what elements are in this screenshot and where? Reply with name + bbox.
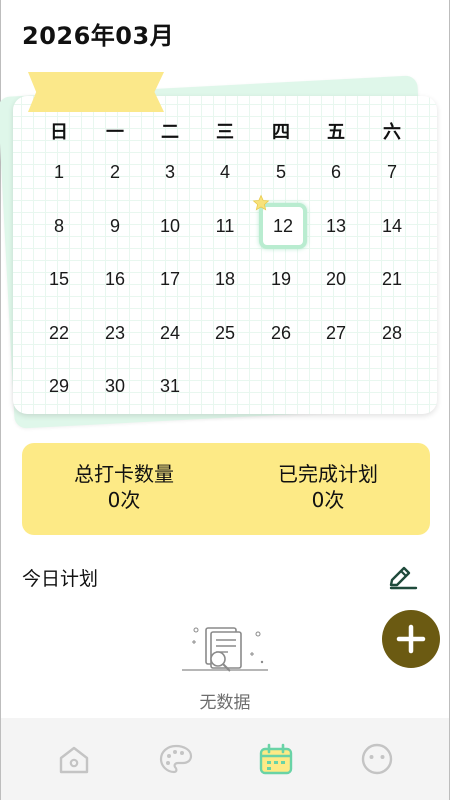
calendar-day[interactable]: 23	[93, 321, 137, 345]
palette-icon[interactable]	[158, 742, 194, 776]
bottom-nav	[1, 718, 449, 800]
calendar-day[interactable]: 25	[203, 321, 247, 345]
add-plan-button[interactable]	[382, 610, 440, 668]
calendar-day[interactable]: 22	[37, 321, 81, 345]
calendar-day[interactable]: 14	[370, 214, 414, 238]
calendar-day[interactable]: 9	[93, 214, 137, 238]
weekday-fri: 五	[327, 122, 345, 142]
calendar-icon[interactable]	[258, 742, 294, 776]
face-icon[interactable]	[359, 742, 395, 776]
calendar-day[interactable]: 3	[148, 160, 192, 184]
star-icon	[252, 194, 270, 211]
calendar-day[interactable]: 31	[148, 374, 192, 398]
weekday-sat: 六	[383, 122, 401, 142]
calendar-day[interactable]: 30	[93, 374, 137, 398]
calendar-day[interactable]: 7	[370, 160, 414, 184]
calendar-day[interactable]: 5	[259, 160, 303, 184]
calendar-day[interactable]: 19	[259, 267, 303, 291]
weekday-sun: 日	[50, 122, 68, 142]
today-plan-title: 今日计划	[22, 568, 99, 590]
calendar-day[interactable]: 17	[148, 267, 192, 291]
total-checkin-label: 总打卡数量	[74, 462, 174, 486]
completed-plan-value: 0次	[311, 488, 345, 512]
calendar-day[interactable]: 18	[203, 267, 247, 291]
home-icon[interactable]	[56, 742, 92, 776]
calendar-day[interactable]: 2	[93, 160, 137, 184]
completed-plan-label: 已完成计划	[278, 462, 378, 486]
weekday-thu: 四	[272, 122, 290, 142]
calendar-day[interactable]: 21	[370, 267, 414, 291]
total-checkin-value: 0次	[107, 488, 141, 512]
empty-document-icon	[182, 627, 268, 672]
calendar-day[interactable]: 26	[259, 321, 303, 345]
edit-icon[interactable]	[388, 562, 418, 590]
weekday-wed: 三	[216, 122, 234, 142]
weekday-tue: 二	[161, 122, 179, 142]
calendar-day[interactable]: 1	[37, 160, 81, 184]
calendar-day[interactable]: 16	[93, 267, 137, 291]
calendar-day[interactable]: 4	[203, 160, 247, 184]
calendar-day[interactable]: 27	[314, 321, 358, 345]
calendar-day[interactable]: 24	[148, 321, 192, 345]
weekday-mon: 一	[106, 122, 124, 142]
calendar-day[interactable]: 28	[370, 321, 414, 345]
calendar-day-today[interactable]: 12	[261, 214, 305, 238]
plus-icon	[396, 624, 426, 654]
empty-state-text: 无数据	[199, 693, 251, 713]
calendar-day[interactable]: 11	[203, 214, 247, 238]
calendar-day[interactable]: 15	[37, 267, 81, 291]
calendar-day[interactable]: 29	[37, 374, 81, 398]
month-title[interactable]: 2026年03月	[22, 16, 174, 51]
calendar-day[interactable]: 20	[314, 267, 358, 291]
calendar-day[interactable]: 6	[314, 160, 358, 184]
total-checkin-stat: 总打卡数量 0次	[24, 461, 224, 513]
calendar-day[interactable]: 8	[37, 214, 81, 238]
calendar-day[interactable]: 13	[314, 214, 358, 238]
tape-decoration	[28, 72, 164, 112]
completed-plan-stat: 已完成计划 0次	[228, 461, 428, 513]
stats-panel: 总打卡数量 0次 已完成计划 0次	[22, 443, 430, 535]
calendar-day[interactable]: 10	[148, 214, 192, 238]
